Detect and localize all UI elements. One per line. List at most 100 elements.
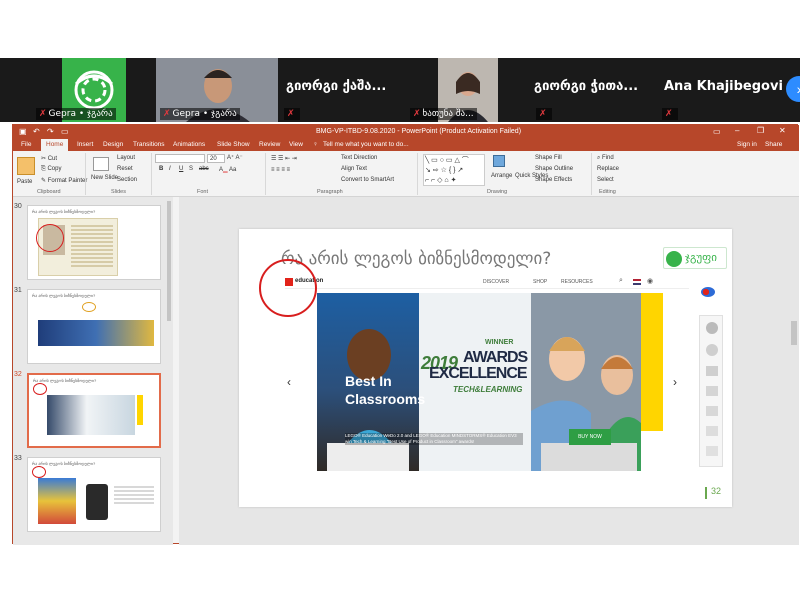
arrange-icon[interactable] xyxy=(493,155,505,167)
font-size-select[interactable]: 20 xyxy=(207,154,225,163)
paste-icon[interactable] xyxy=(17,157,35,175)
new-slide-button[interactable]: New Slide xyxy=(91,175,118,181)
tab-view[interactable]: View xyxy=(289,141,303,148)
strikethrough-button[interactable]: abc xyxy=(199,166,209,172)
participant-name: გიორგი ჭითა... xyxy=(534,79,639,94)
layout-button[interactable]: Layout xyxy=(117,155,135,161)
slide-thumbnail-33[interactable]: რა არის ლეგოს ბიზნესმოდელი? xyxy=(27,457,161,532)
participant-tile[interactable]: ✗ Gepra • ჯგარა xyxy=(156,58,278,122)
slide-thumbnail-32[interactable]: რა არის ლეგოს ბიზნესმოდელი? xyxy=(27,373,161,448)
thumbnail-title: რა არის ლეგოს ბიზნესმოდელი? xyxy=(32,461,96,466)
thumbnail-phone xyxy=(86,484,108,520)
slide-number: 32 xyxy=(14,371,22,378)
thumbnail-image xyxy=(38,320,154,346)
thumbnail-text-block xyxy=(71,225,113,269)
partner-logo-icon xyxy=(701,287,715,297)
tell-me-input[interactable]: Tell me what you want to do... xyxy=(323,141,409,148)
participant-tile[interactable]: ✗ Gepra • ჯგარა xyxy=(32,58,154,122)
tab-animations[interactable]: Animations xyxy=(173,141,205,148)
partner-icons-column xyxy=(699,287,723,467)
save-icon[interactable]: ▣ xyxy=(19,127,27,136)
hero-title-line1: Best In xyxy=(345,373,392,389)
find-button[interactable]: ⌕ Find xyxy=(597,155,614,162)
tab-design[interactable]: Design xyxy=(103,141,123,148)
editor-scrollbar[interactable] xyxy=(791,321,797,345)
divider xyxy=(591,153,592,195)
participant-tile[interactable]: გიორგი ჭითა... ✗ xyxy=(532,58,656,122)
align-icon[interactable]: ≡ ≡ ≡ ≡ xyxy=(271,167,290,173)
participant-tile[interactable]: გიორგი ქაშა... ✗ xyxy=(280,58,404,122)
italic-button[interactable]: I xyxy=(169,166,171,172)
redo-icon[interactable]: ↷ xyxy=(47,127,54,136)
slide-thumbnail-31[interactable]: რა არის ლეგოს ბიზნესმოდელი? xyxy=(27,289,161,364)
tab-transitions[interactable]: Transitions xyxy=(133,141,165,148)
select-button[interactable]: Select xyxy=(597,177,614,183)
shadow-button[interactable]: S xyxy=(189,166,193,172)
font-name-select[interactable] xyxy=(155,154,205,163)
muted-mic-icon: ✗ xyxy=(665,109,673,119)
next-page-arrow-icon[interactable]: › xyxy=(786,76,800,102)
tab-review[interactable]: Review xyxy=(259,141,280,148)
divider xyxy=(265,153,266,195)
partner-item-icon xyxy=(706,446,718,456)
font-color-icon[interactable]: A▁ Aa xyxy=(219,166,236,173)
start-from-beginning-icon[interactable]: ▭ xyxy=(61,127,69,136)
logo-mark-icon xyxy=(666,251,682,267)
participant-label: ✗ ხათუნა შა... xyxy=(410,108,477,120)
underline-button[interactable]: U xyxy=(179,166,183,172)
lego-yellow-bar xyxy=(641,293,663,431)
thumbnail-scrollbar[interactable] xyxy=(167,201,171,321)
slide-number: 30 xyxy=(14,203,22,210)
group-drawing: Drawing xyxy=(487,189,508,195)
tab-slide-show[interactable]: Slide Show xyxy=(217,141,250,148)
nav-resources: RESOURCES xyxy=(561,279,593,285)
ribbon-display-icon[interactable]: ▭ xyxy=(713,127,721,136)
arrange-button[interactable]: Arrange xyxy=(491,173,512,179)
tab-file[interactable]: File xyxy=(21,141,31,148)
award-line2: EXCELLENCE xyxy=(429,365,528,382)
shape-fill-button[interactable]: Shape Fill xyxy=(535,155,562,161)
minimize-icon[interactable]: – xyxy=(735,126,739,135)
hero-title-line2: Classrooms xyxy=(345,391,426,407)
copy-button[interactable]: ⎘ Copy xyxy=(41,166,61,173)
restore-icon[interactable]: ❐ xyxy=(757,126,764,135)
annotation-circle xyxy=(259,259,317,317)
group-font: Font xyxy=(197,189,209,195)
shapes-gallery[interactable]: ╲ ▭ ○ ▭ △ ⌒ ↘ ⇨ ☆ { } ↗ ⌐ ⌐ ◇ ⌂ ✦ xyxy=(423,154,485,186)
reset-button[interactable]: Reset xyxy=(117,166,133,172)
sign-in-link[interactable]: Sign in xyxy=(737,141,757,148)
award-sub: TECH&LEARNING xyxy=(453,385,523,394)
thumbnail-yellow-bar xyxy=(137,395,143,425)
text-direction-button[interactable]: Text Direction xyxy=(341,155,377,161)
share-button[interactable]: Share xyxy=(765,141,782,148)
replace-button[interactable]: Replace xyxy=(597,166,619,172)
cut-button[interactable]: ✂ Cut xyxy=(41,155,57,162)
paste-button[interactable]: Paste xyxy=(17,179,32,185)
shape-outline-button[interactable]: Shape Outline xyxy=(535,166,573,172)
section-button[interactable]: Section xyxy=(117,177,137,183)
participant-tile[interactable]: ✗ ხათუნა შა... xyxy=(406,58,530,122)
tab-insert[interactable]: Insert xyxy=(77,141,93,148)
slide-number: 31 xyxy=(14,287,22,294)
format-painter-button[interactable]: ✎ Format Painter xyxy=(41,177,87,184)
undo-icon[interactable]: ↶ xyxy=(33,127,40,136)
align-text-button[interactable]: Align Text xyxy=(341,166,367,172)
website-header: education DISCOVER SHOP RESOURCES ⌕ ◉ xyxy=(285,277,689,289)
slide-number: 32 xyxy=(711,486,722,496)
thumbnail-title: რა არის ლეგოს ბიზნესმოდელი? xyxy=(32,209,96,214)
shape-effects-button[interactable]: Shape Effects xyxy=(535,177,572,183)
close-icon[interactable]: ✕ xyxy=(779,126,786,135)
window-title: BMG-VP-ITBD-9.08.2020 - PowerPoint (Prod… xyxy=(316,128,522,135)
bullets-icon[interactable]: ☰ ☰ ⇤ ⇥ xyxy=(271,155,297,162)
title-bar: ▣ ↶ ↷ ▭ BMG-VP-ITBD-9.08.2020 - PowerPoi… xyxy=(13,125,799,139)
grow-font-icon[interactable]: A⁺ A⁻ xyxy=(227,154,243,161)
tab-home[interactable]: Home xyxy=(41,139,69,151)
bold-button[interactable]: B xyxy=(159,166,163,172)
flag-icon xyxy=(633,279,641,285)
slide-thumbnail-30[interactable]: რა არის ლეგოს ბიზნესმოდელი? xyxy=(27,205,161,280)
convert-smartart-button[interactable]: Convert to SmartArt xyxy=(341,177,394,183)
new-slide-icon[interactable] xyxy=(93,157,109,171)
participant-name: გიორგი ქაშა... xyxy=(286,79,387,94)
current-slide[interactable]: რა არის ლეგოს ბიზნესმოდელი? ჯგუფი educat… xyxy=(239,229,732,507)
participant-tile[interactable]: Ana Khajibegovi ✗ xyxy=(658,58,783,122)
